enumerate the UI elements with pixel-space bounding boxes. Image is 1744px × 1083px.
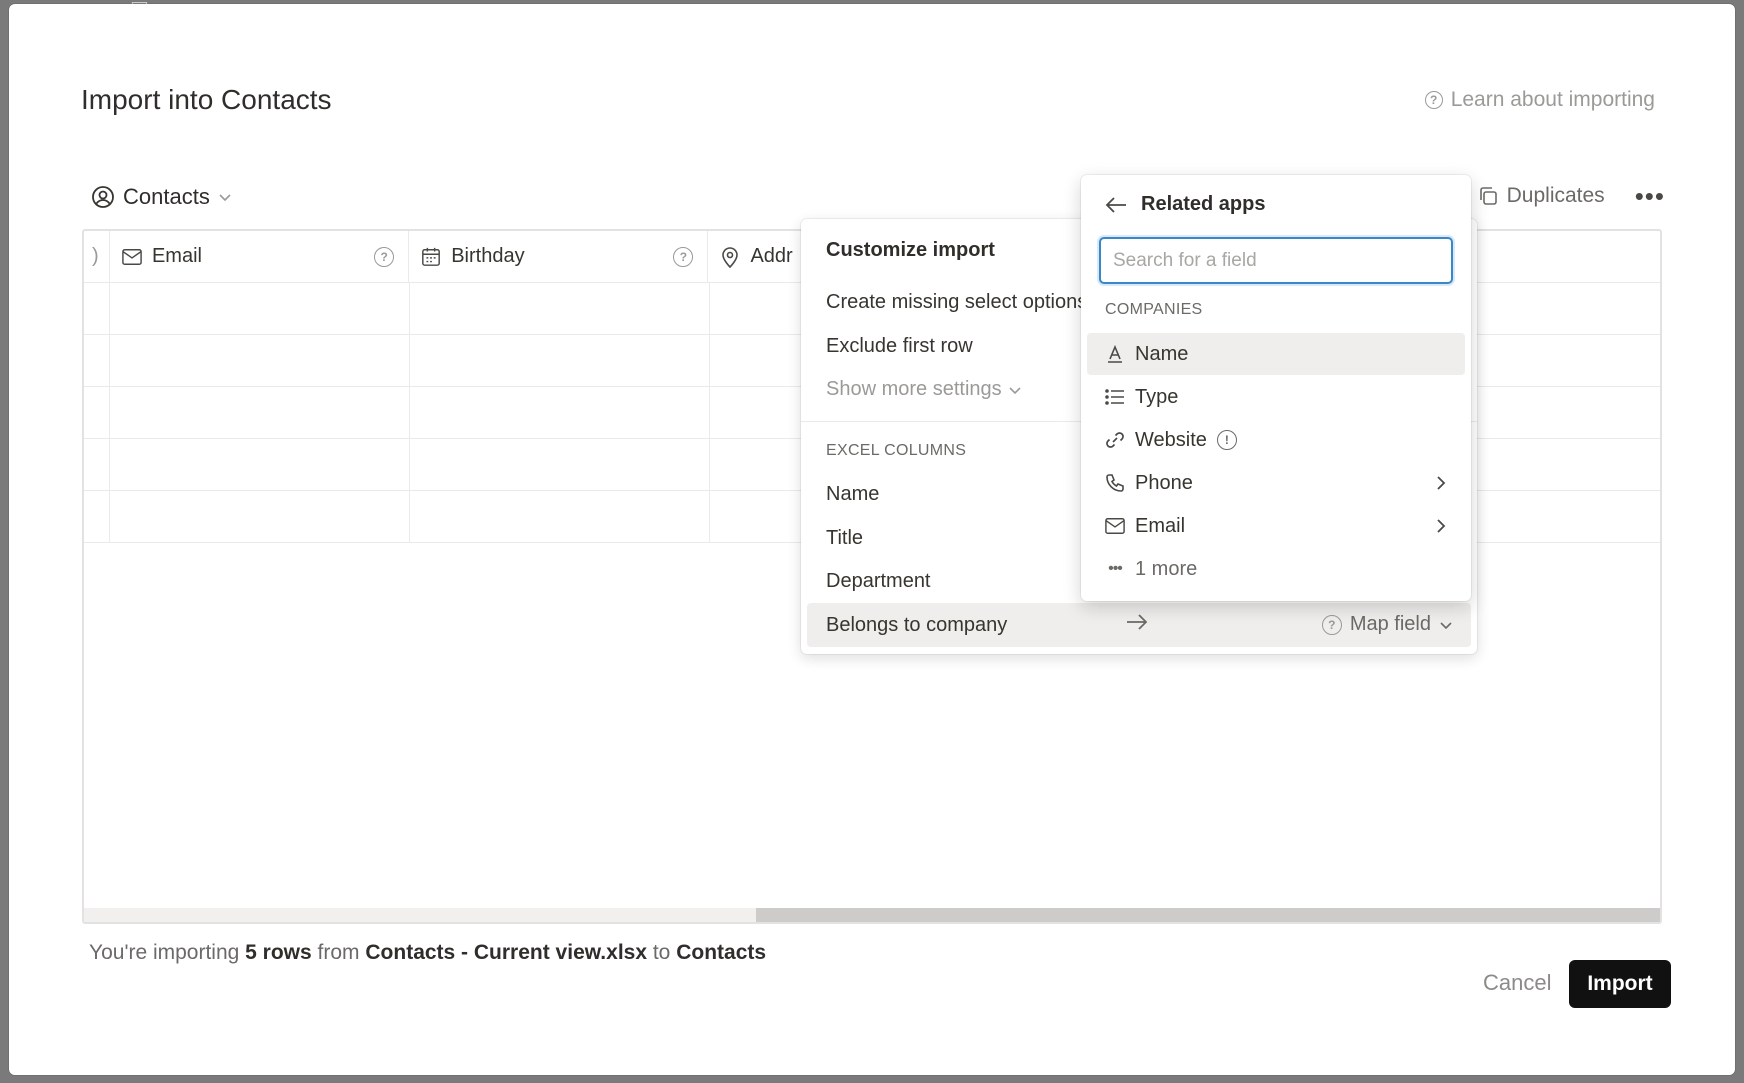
field-option-more[interactable]: ••• 1 more: [1087, 548, 1465, 590]
option-exclude-first-row[interactable]: Exclude first row: [826, 335, 973, 358]
field-option-email[interactable]: Email: [1087, 505, 1465, 547]
excel-column-name[interactable]: Name: [826, 483, 879, 506]
help-icon[interactable]: ?: [673, 246, 694, 267]
scrollbar-thumb[interactable]: [756, 908, 1660, 922]
chevron-right-icon: [1435, 475, 1447, 491]
learn-about-importing-link[interactable]: ? Learn about importing: [1424, 88, 1655, 112]
excel-column-title[interactable]: Title: [826, 527, 863, 550]
excel-columns-heading: EXCEL COLUMNS: [826, 442, 967, 459]
import-button[interactable]: Import: [1569, 960, 1671, 1008]
related-apps-popover: Related apps COMPANIES Name Type Website…: [1081, 175, 1471, 601]
column-header-email[interactable]: Email ?: [110, 231, 410, 282]
show-more-settings[interactable]: Show more settings: [826, 378, 1022, 401]
column-header-birthday[interactable]: Birthday ?: [409, 231, 709, 282]
chevron-right-icon: [1435, 518, 1447, 534]
field-option-type[interactable]: Type: [1087, 376, 1465, 418]
chevron-down-icon: [218, 190, 232, 204]
link-icon: [1105, 430, 1125, 450]
help-icon: ?: [1321, 614, 1342, 635]
excel-column-department[interactable]: Department: [826, 570, 931, 593]
chevron-down-icon: [1008, 383, 1022, 397]
modal-title: Import into Contacts: [81, 84, 332, 115]
mail-icon: [1105, 516, 1125, 536]
related-apps-header: Related apps: [1105, 193, 1265, 216]
import-modal: Import into Contacts ? Learn about impor…: [9, 4, 1735, 1075]
help-icon: ?: [1424, 91, 1443, 109]
import-summary: You're importing 5 rows from Contacts - …: [89, 941, 767, 964]
cancel-button[interactable]: Cancel: [1483, 970, 1551, 996]
text-icon: [1105, 344, 1125, 364]
chevron-down-icon: [1439, 618, 1453, 632]
column-header-partial: ): [84, 231, 110, 282]
back-arrow-icon[interactable]: [1105, 196, 1127, 214]
map-field-dropdown[interactable]: ? Map field: [1321, 613, 1453, 636]
database-selector[interactable]: Contacts: [91, 184, 232, 210]
excel-column-belongs-to-company[interactable]: Belongs to company: [826, 614, 1007, 637]
calendar-icon: [421, 247, 441, 267]
column-header-empty: [1470, 231, 1660, 282]
horizontal-scrollbar[interactable]: [84, 908, 1660, 922]
toolbar-right: Duplicates •••: [1477, 183, 1665, 209]
field-option-website[interactable]: Website !: [1087, 419, 1465, 461]
customize-title: Customize import: [826, 239, 995, 261]
companies-category: COMPANIES: [1105, 301, 1203, 318]
phone-icon: [1105, 473, 1125, 493]
field-option-phone[interactable]: Phone: [1087, 462, 1465, 504]
field-option-name[interactable]: Name: [1087, 333, 1465, 375]
warning-icon: !: [1216, 430, 1237, 450]
arrow-right-icon: [1126, 613, 1148, 631]
duplicates-button[interactable]: Duplicates: [1477, 184, 1605, 208]
more-icon: •••: [1108, 560, 1123, 577]
option-create-missing-select[interactable]: Create missing select options: [826, 291, 1087, 314]
mail-icon: [122, 247, 142, 267]
location-pin-icon: [720, 246, 740, 268]
field-search-input[interactable]: [1099, 237, 1453, 284]
copy-icon: [1477, 185, 1499, 207]
help-icon[interactable]: ?: [374, 246, 395, 267]
more-options-icon[interactable]: •••: [1635, 183, 1665, 209]
list-icon: [1105, 387, 1125, 407]
person-circle-icon: [91, 185, 115, 209]
